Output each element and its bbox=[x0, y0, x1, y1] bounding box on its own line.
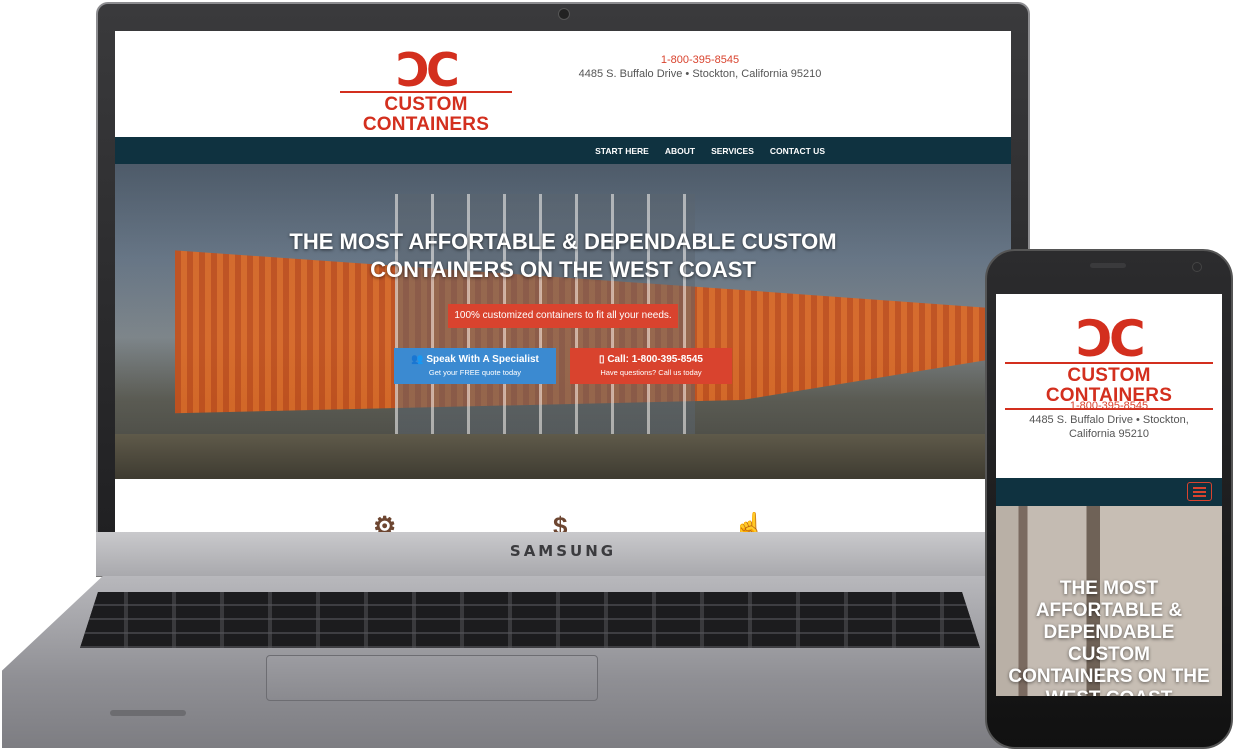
main-navbar: START HERE ABOUT SERVICES CONTACT US bbox=[115, 137, 1011, 164]
webcam bbox=[558, 8, 570, 20]
hero-tagline: 100% customized containers to fit all yo… bbox=[448, 304, 678, 328]
logo-mark: ƆC bbox=[396, 43, 460, 97]
hero-title: THE MOST AFFORTABLE & DEPENDABLE CUSTOM … bbox=[115, 228, 1011, 284]
hamburger-menu-button[interactable] bbox=[1187, 482, 1212, 501]
mobile-logo-mark: ƆC bbox=[1076, 310, 1145, 368]
nav-start-here[interactable]: START HERE bbox=[595, 146, 649, 156]
menu-bar bbox=[1193, 494, 1206, 497]
contact-block: 1-800-395-8545 4485 S. Buffalo Drive • S… bbox=[575, 54, 825, 80]
cta-secondary-label: ▯ Call: 1-800-395-8545 bbox=[599, 354, 703, 365]
status-indicator bbox=[110, 710, 186, 716]
cta-primary-label: 👥 Speak With A Specialist bbox=[411, 354, 539, 365]
mobile-contact-block: 1-800-395-8545 4485 S. Buffalo Drive • S… bbox=[1006, 400, 1212, 441]
nav-contact-us[interactable]: CONTACT US bbox=[770, 146, 825, 156]
cta-secondary-sub: Have questions? Call us today bbox=[600, 368, 702, 377]
mobile-address: 4485 S. Buffalo Drive • Stockton, Califo… bbox=[1029, 414, 1189, 440]
nav-about[interactable]: ABOUT bbox=[665, 146, 695, 156]
keyboard-rows bbox=[80, 592, 980, 648]
touchpad bbox=[266, 655, 598, 701]
hero-title-line2: CONTAINERS ON THE WEST COAST bbox=[370, 257, 756, 282]
site-header: ƆC CUSTOM CONTAINERS 1-800-395-8545 4485… bbox=[115, 31, 1011, 139]
phone-speaker bbox=[1090, 263, 1126, 268]
logo-text: CUSTOM CONTAINERS bbox=[362, 94, 490, 135]
phone-camera bbox=[1192, 262, 1202, 272]
menu-bar bbox=[1193, 490, 1206, 493]
header-address: 4485 S. Buffalo Drive • Stockton, Califo… bbox=[578, 68, 822, 80]
mobile-hero-title: THE MOST AFFORTABLE & DEPENDABLE CUSTOM … bbox=[1008, 578, 1210, 696]
mobile-phone[interactable]: 1-800-395-8545 bbox=[1006, 400, 1212, 412]
gear-icon: ⚙ bbox=[373, 511, 397, 534]
thumbs-up-icon: ☝ bbox=[733, 511, 766, 534]
mobile-navbar bbox=[996, 478, 1222, 506]
nav-services[interactable]: SERVICES bbox=[711, 146, 754, 156]
hero-ground bbox=[115, 434, 1011, 479]
mobile-logo[interactable]: ƆC CUSTOM CONTAINERS bbox=[1005, 310, 1213, 412]
site-logo[interactable]: ƆC CUSTOM CONTAINERS bbox=[340, 43, 512, 141]
phone-screen: ƆC CUSTOM CONTAINERS 1-800-395-8545 4485… bbox=[996, 294, 1222, 696]
hero-title-line1: THE MOST AFFORTABLE & DEPENDABLE CUSTOM bbox=[289, 229, 837, 254]
call-button[interactable]: ▯ Call: 1-800-395-8545 Have questions? C… bbox=[570, 348, 732, 384]
speak-with-specialist-button[interactable]: 👥 Speak With A Specialist Get your FREE … bbox=[394, 348, 556, 384]
laptop-screen: ƆC CUSTOM CONTAINERS 1-800-395-8545 4485… bbox=[115, 31, 1011, 534]
dollar-icon: $ bbox=[553, 511, 568, 534]
laptop-hinge: SAMSUNG bbox=[96, 532, 1030, 577]
laptop-brand: SAMSUNG bbox=[509, 542, 617, 560]
mobile-hero: THE MOST AFFORTABLE & DEPENDABLE CUSTOM … bbox=[996, 506, 1222, 696]
nav-list: START HERE ABOUT SERVICES CONTACT US bbox=[595, 137, 825, 164]
header-phone[interactable]: 1-800-395-8545 bbox=[575, 54, 825, 66]
hero-banner: THE MOST AFFORTABLE & DEPENDABLE CUSTOM … bbox=[115, 164, 1011, 479]
menu-bar bbox=[1193, 486, 1206, 489]
cta-primary-sub: Get your FREE quote today bbox=[428, 368, 522, 377]
feature-icons-row: ⚙ $ ☝ bbox=[115, 511, 1011, 534]
